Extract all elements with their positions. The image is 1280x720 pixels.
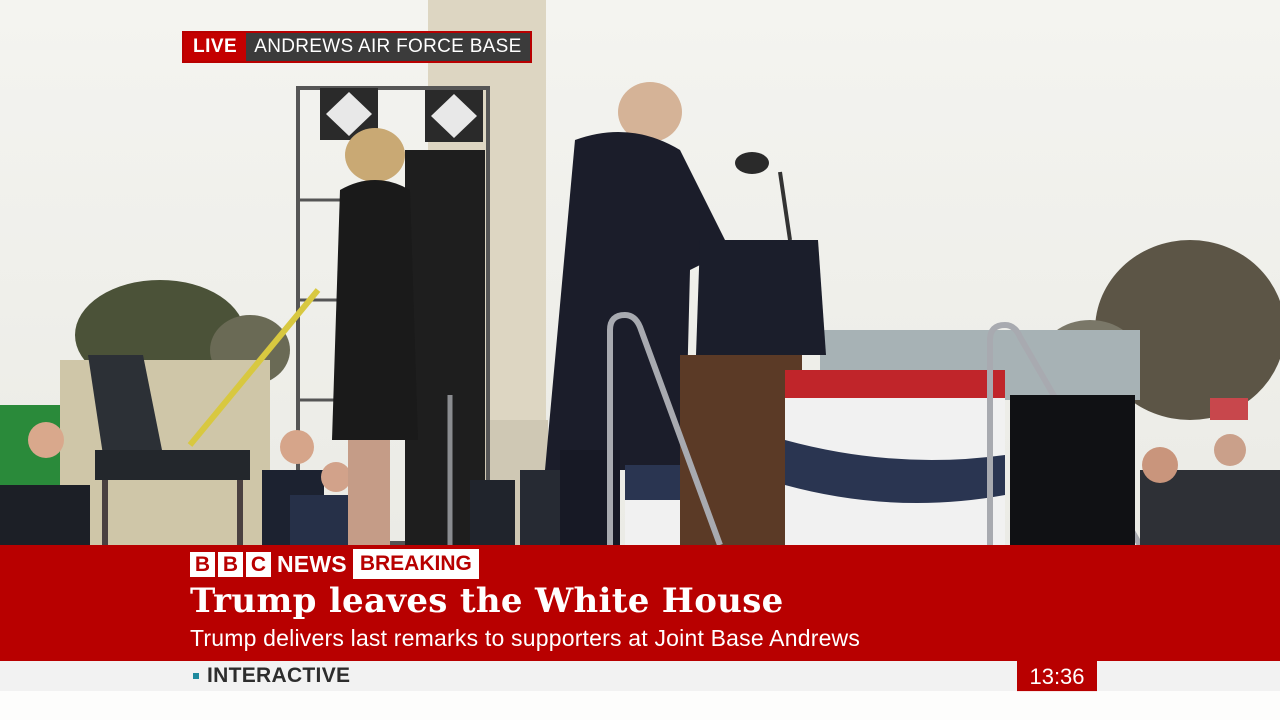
location-label: ANDREWS AIR FORCE BASE: [246, 33, 530, 61]
headline: Trump leaves the White House: [190, 581, 784, 621]
brand-row: B B C NEWS BREAKING: [190, 549, 479, 579]
news-wordmark: NEWS: [277, 550, 347, 577]
bbc-logo: B B C: [190, 551, 271, 577]
ticker-label: INTERACTIVE: [207, 664, 351, 687]
live-location-tag: LIVE ANDREWS AIR FORCE BASE: [182, 31, 532, 63]
clock: 13:36: [1017, 661, 1097, 692]
ticker-bullet-icon: [193, 673, 199, 679]
bottom-strip: [0, 691, 1280, 720]
breaking-badge: BREAKING: [352, 549, 479, 579]
news-lower-third: B B C NEWS BREAKING Trump leaves the Whi…: [0, 545, 1280, 661]
bbc-logo-letter: B: [218, 551, 243, 577]
bbc-logo-letter: B: [190, 551, 215, 577]
subheadline: Trump delivers last remarks to supporter…: [190, 625, 861, 651]
live-badge: LIVE: [184, 33, 247, 61]
bbc-logo-letter: C: [246, 551, 271, 577]
